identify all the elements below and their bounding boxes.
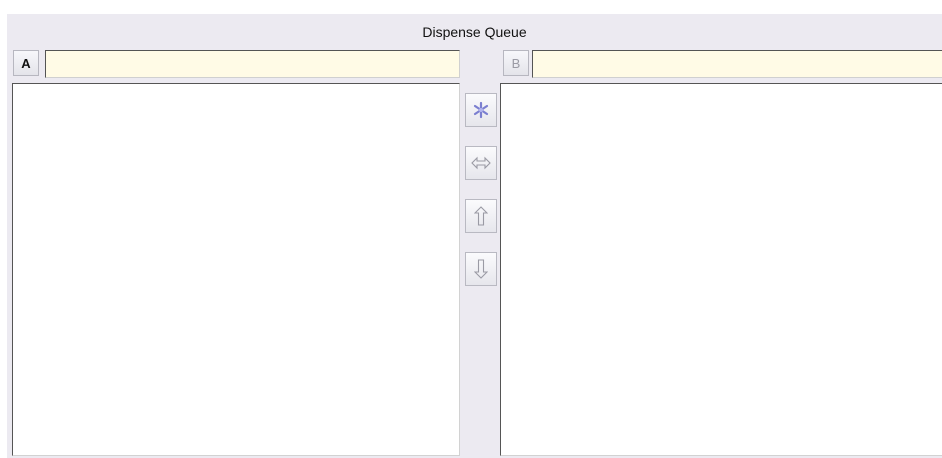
arrow-down-icon <box>474 259 488 279</box>
move-down-button[interactable] <box>465 252 497 286</box>
panel-title: Dispense Queue <box>422 24 527 40</box>
panel-b-key-button[interactable]: B <box>503 50 529 76</box>
panel-b-list[interactable] <box>500 83 942 456</box>
arrow-up-icon <box>474 206 488 226</box>
add-button[interactable] <box>465 93 497 127</box>
panel-a-key-button[interactable]: A <box>13 50 39 76</box>
app-window: Dispense Queue A B <box>0 0 942 458</box>
star-burst-icon <box>473 101 489 119</box>
panel-b-field[interactable] <box>532 50 942 78</box>
panel-a-field[interactable] <box>45 50 460 78</box>
panel-a-list[interactable] <box>12 83 460 456</box>
swap-horizontal-icon <box>471 156 491 170</box>
swap-button[interactable] <box>465 146 497 180</box>
move-up-button[interactable] <box>465 199 497 233</box>
